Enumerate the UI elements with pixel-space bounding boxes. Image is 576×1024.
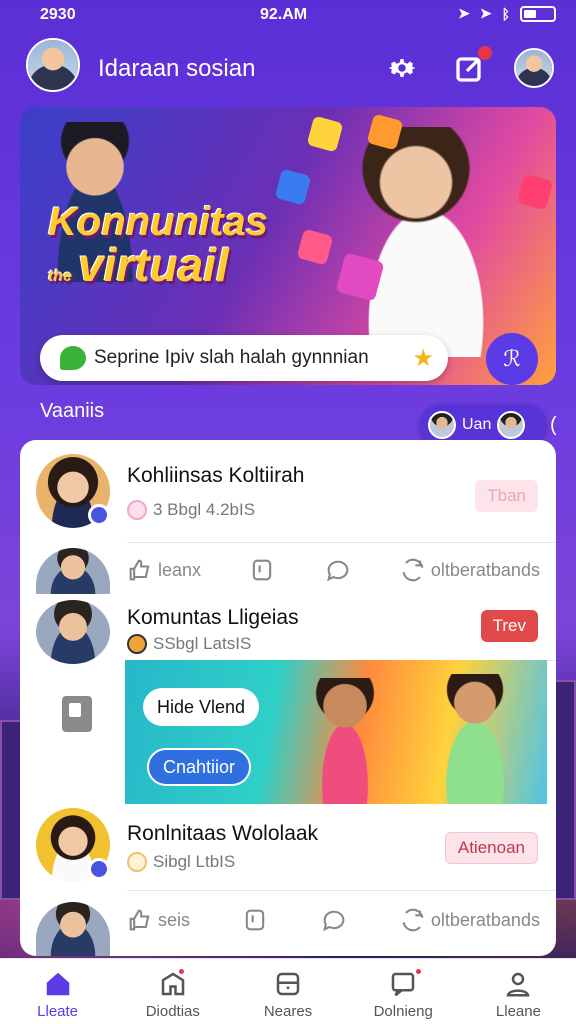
post-meta-text: Sibgl LtbIS <box>153 852 236 871</box>
post-meta-text: 3 Bbgl 4.2bIS <box>153 500 256 519</box>
meta-icon <box>127 500 147 520</box>
bookmark-icon <box>245 909 265 931</box>
nav-label: Lleate <box>37 1003 79 1020</box>
partial-avatar <box>36 548 110 594</box>
post-name[interactable]: Ronlnitaas Wololaak <box>127 822 318 846</box>
post-meta-text: SSbgl LatsIS <box>153 634 252 653</box>
image-chip[interactable]: Hide Vlend <box>143 688 260 726</box>
like-button[interactable]: seis <box>126 906 190 934</box>
status-time-center: 92.AM <box>260 6 308 23</box>
section-title: Vaaniis <box>40 400 105 422</box>
image-child <box>305 678 385 804</box>
hero-banner[interactable]: Konnunitas the virtuail Seprine Ipiv slah… <box>20 107 556 385</box>
status-bar: 2930 92.AM ➤ ➤ ᛒ <box>0 0 576 30</box>
post-meta: 3 Bbgl 4.2bIS <box>127 500 255 520</box>
home-icon <box>46 972 69 996</box>
nav-label: Diodtias <box>145 1003 200 1020</box>
share-icon <box>402 558 424 582</box>
comment-icon <box>323 910 345 932</box>
compose-icon[interactable] <box>452 46 492 86</box>
bookmark-icon <box>253 559 272 581</box>
headline-small: the <box>48 268 72 285</box>
share-button[interactable]: oltberatbands <box>399 906 540 934</box>
nav-item-inbox[interactable]: Diodtias <box>115 959 230 1024</box>
post-avatar[interactable] <box>36 600 110 664</box>
partial-avatar <box>36 902 110 956</box>
meta-icon <box>127 634 147 654</box>
nav-label: Dolnieng <box>373 1003 433 1020</box>
nav-item-home[interactable]: Lleate <box>0 959 115 1024</box>
post-action-button[interactable]: Atienoan <box>444 832 538 864</box>
signal-icon: ➤ <box>479 5 492 21</box>
nav-label: Lleane <box>495 1003 541 1020</box>
nav-label: Neares <box>263 1003 313 1020</box>
edge-glyph: ( <box>550 414 557 436</box>
bottom-nav: Lleate Diodtias Neares Dolnieng Lleane <box>0 958 576 1024</box>
profile-icon <box>506 972 530 997</box>
divider <box>127 890 556 891</box>
verified-badge-icon <box>88 504 110 526</box>
battery-icon <box>520 5 556 22</box>
mini-avatar <box>497 411 526 439</box>
save-button[interactable] <box>241 906 269 934</box>
meta-icon <box>127 852 147 872</box>
status-icons: ➤ ➤ ᛒ <box>458 5 556 22</box>
search-input[interactable]: Seprine Ipiv slah halah gynnnian ★ <box>40 335 448 381</box>
post-name[interactable]: Kohliinsas Koltiirah <box>127 464 304 488</box>
headline-line2: virtuail <box>78 239 229 291</box>
user-avatar[interactable] <box>26 38 80 92</box>
post-meta: SSbgl LatsIS <box>127 634 251 654</box>
mini-avatar <box>428 411 456 439</box>
status-time-left: 2930 <box>40 6 76 23</box>
like-label: leanx <box>158 559 202 580</box>
post-action-button[interactable]: Tban <box>475 480 538 512</box>
notification-badge <box>478 46 492 60</box>
divider <box>127 542 556 543</box>
thumb-icon <box>129 559 150 581</box>
app-header: Idaraan sosian <box>0 38 576 98</box>
translate-icon: ℛ <box>503 346 521 371</box>
share-button[interactable]: oltberatbands <box>399 556 540 584</box>
action-row: leanx oltberatbands <box>126 554 540 586</box>
bluetooth-icon: ᛒ <box>501 5 510 22</box>
profile-avatar[interactable] <box>514 48 554 88</box>
translate-button[interactable]: ℛ <box>486 333 538 385</box>
comment-icon <box>326 560 348 582</box>
image-child <box>425 674 525 804</box>
chat-bubble-icon <box>60 346 86 370</box>
star-icon[interactable]: ★ <box>412 344 434 373</box>
save-button[interactable] <box>248 556 276 584</box>
comment-button[interactable] <box>320 906 348 934</box>
post-meta: Sibgl LtbIS <box>127 852 235 872</box>
nav-item-cards[interactable]: Neares <box>230 959 345 1024</box>
action-row: seis oltberatbands <box>126 904 540 936</box>
post-image[interactable]: Hide Vlend Cnahtiior <box>125 660 547 804</box>
headline-line1: Konnunitas <box>48 200 268 244</box>
location-icon: ➤ <box>458 5 470 21</box>
verified-badge-icon <box>88 858 110 880</box>
thumb-icon <box>129 909 150 931</box>
floating-cube <box>274 168 312 206</box>
nav-item-profile[interactable]: Lleane <box>461 959 576 1024</box>
notification-dot <box>413 967 423 976</box>
app-title: Idaraan sosian <box>98 55 256 82</box>
search-text: Seprine Ipiv slah halah gynnnian <box>94 347 369 368</box>
nav-item-messages[interactable]: Dolnieng <box>346 959 461 1024</box>
gear-icon[interactable] <box>384 50 420 86</box>
hero-headline: Konnunitas the virtuail <box>48 202 268 288</box>
share-label: oltberatbands <box>430 559 540 580</box>
share-label: oltberatbands <box>430 909 540 930</box>
share-icon <box>402 908 424 932</box>
post-action-button[interactable]: Trev <box>480 610 538 642</box>
comment-button[interactable] <box>324 556 352 584</box>
live-chip-label: Uan <box>462 416 492 433</box>
document-icon[interactable] <box>62 696 92 732</box>
like-button[interactable]: leanx <box>126 556 201 584</box>
hero-person-right <box>326 127 526 357</box>
image-chip[interactable]: Cnahtiior <box>147 748 252 786</box>
like-label: seis <box>158 909 191 930</box>
card-icon <box>276 972 300 996</box>
post-name[interactable]: Komuntas Lligeias <box>127 606 299 630</box>
feed-card: Kohliinsas Koltiirah 3 Bbgl 4.2bIS Tban … <box>20 440 556 956</box>
